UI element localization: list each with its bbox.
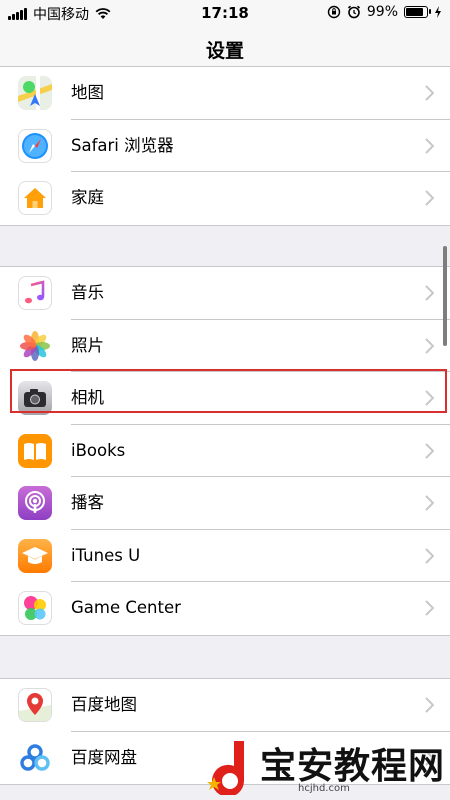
settings-row-game-center[interactable]: Game Center	[0, 582, 450, 635]
settings-row-label: 音乐	[71, 283, 104, 302]
settings-row-label: 百度地图	[71, 695, 137, 714]
settings-row-label: 家庭	[71, 188, 104, 207]
chevron-right-icon	[425, 495, 434, 511]
settings-row-label: 百度网盘	[71, 747, 137, 767]
settings-group-2: 音乐 照片 相机 iBooks 播客 iTunes U Game Center	[0, 266, 450, 636]
baidu-maps-icon	[18, 688, 52, 722]
podcasts-icon	[18, 486, 52, 520]
chevron-right-icon	[425, 547, 434, 564]
battery-icon	[404, 6, 431, 18]
settings-row-photos[interactable]: 照片	[0, 320, 450, 372]
settings-row-music[interactable]: 音乐	[0, 267, 450, 320]
music-icon	[18, 276, 52, 310]
chevron-right-icon	[425, 85, 434, 101]
watermark-logo-icon	[207, 741, 244, 795]
camera-icon	[18, 381, 52, 415]
settings-row-maps[interactable]: 地图	[0, 67, 450, 120]
chevron-right-icon	[425, 285, 434, 301]
watermark-brand: 宝安教程网	[260, 745, 446, 787]
settings-row-baidu-maps[interactable]: 百度地图	[0, 679, 450, 732]
chevron-right-icon	[425, 442, 434, 459]
chevron-right-icon	[425, 337, 434, 354]
settings-row-label: 照片	[71, 335, 104, 355]
settings-row-label: 地图	[71, 83, 104, 102]
settings-row-safari[interactable]: Safari 浏览器	[0, 120, 450, 172]
settings-row-itunes-u[interactable]: iTunes U	[0, 530, 450, 582]
chevron-right-icon	[425, 390, 434, 406]
charging-icon	[435, 6, 441, 18]
photos-icon	[18, 328, 52, 363]
settings-row-label: 相机	[71, 388, 104, 407]
watermark-site: hcjhd.com	[298, 783, 350, 794]
settings-row-podcasts[interactable]: 播客	[0, 477, 450, 530]
chevron-right-icon	[425, 137, 434, 154]
alarm-icon	[347, 5, 360, 19]
settings-row-label: Game Center	[71, 598, 181, 617]
itunes-u-icon	[18, 538, 52, 573]
settings-group-1: 地图 Safari 浏览器 家庭	[0, 66, 450, 226]
chevron-right-icon	[425, 600, 434, 616]
scroll-indicator	[443, 246, 447, 346]
settings-row-label: Safari 浏览器	[71, 135, 174, 155]
settings-row-label: iTunes U	[71, 545, 141, 565]
status-bar: 中国移动 17:18 99%	[0, 0, 450, 26]
settings-row-ibooks[interactable]: iBooks	[0, 425, 450, 477]
settings-row-camera[interactable]: 相机	[0, 372, 450, 425]
baidu-netdisk-icon	[18, 740, 52, 775]
maps-icon	[18, 76, 52, 110]
battery-percent: 99%	[366, 4, 398, 20]
safari-icon	[18, 128, 52, 163]
watermark: 宝安教程网 hcjhd.com	[200, 733, 450, 800]
orientation-lock-icon	[327, 5, 341, 19]
page-title: 设置	[205, 40, 244, 62]
chevron-right-icon	[425, 697, 434, 713]
chevron-right-icon	[425, 190, 434, 206]
game-center-icon	[18, 591, 52, 625]
settings-row-label: 播客	[71, 493, 104, 512]
settings-row-home[interactable]: 家庭	[0, 172, 450, 225]
home-icon	[18, 181, 52, 215]
ibooks-icon	[18, 433, 52, 468]
settings-row-label: iBooks	[71, 440, 126, 460]
